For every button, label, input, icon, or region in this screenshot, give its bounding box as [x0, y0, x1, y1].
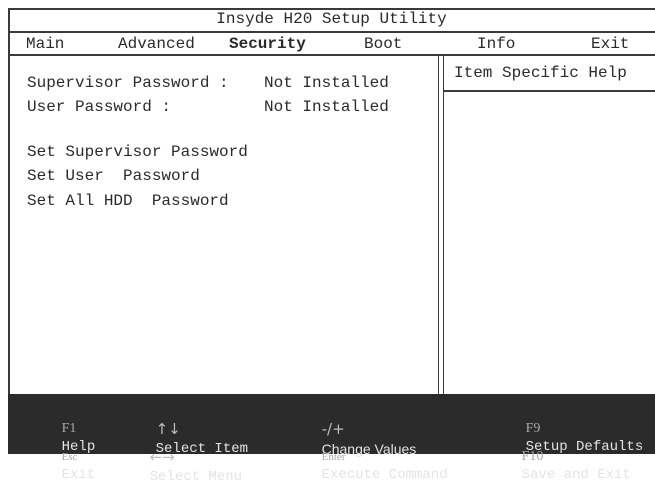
supervisor-password-status: Not Installed — [264, 74, 389, 92]
legend-select-menu-label: Select Menu — [149, 469, 243, 485]
left-right-arrows-icon: ←→ — [149, 448, 175, 466]
supervisor-password-label: Supervisor Password : — [27, 74, 229, 92]
set-all-hdd-password-item[interactable]: Set All HDD Password — [27, 191, 229, 211]
set-supervisor-password-item[interactable]: Set Supervisor Password — [27, 142, 248, 162]
set-user-password-item[interactable]: Set User Password — [27, 166, 200, 186]
legend-execute-command-label: Execute Command — [321, 467, 448, 483]
user-password-status: Not Installed — [264, 98, 389, 116]
legend-save-and-exit-label: Save and Exit — [521, 467, 631, 483]
key-legend-footer: F1 Help ↑↓ Select Item -/+ Change Values… — [8, 394, 655, 485]
legend-execute-command: Enter Execute Command — [288, 430, 448, 502]
legend-select-menu: ←→ Select Menu — [116, 430, 242, 504]
esc-key-icon: Esc — [61, 451, 78, 463]
legend-exit: Esc Exit — [28, 430, 96, 502]
help-panel-body — [444, 92, 655, 394]
menu-security[interactable]: Security — [229, 34, 306, 54]
menu-main[interactable]: Main — [26, 34, 64, 54]
legend-exit-label: Exit — [61, 467, 96, 483]
enter-key-icon: Enter — [321, 451, 346, 463]
f10-key-icon: F10 — [521, 449, 544, 464]
menu-advanced[interactable]: Advanced — [118, 34, 195, 54]
window-title: Insyde H20 Setup Utility — [8, 8, 655, 33]
legend-save-and-exit: F10 Save and Exit — [488, 430, 631, 502]
menu-bar: Main Advanced Security Boot Info Exit — [8, 33, 655, 56]
menu-info[interactable]: Info — [477, 34, 515, 54]
item-specific-help-title: Item Specific Help — [444, 56, 655, 92]
menu-exit[interactable]: Exit — [591, 34, 629, 54]
user-password-label: User Password : — [27, 98, 172, 116]
menu-boot[interactable]: Boot — [364, 34, 402, 54]
